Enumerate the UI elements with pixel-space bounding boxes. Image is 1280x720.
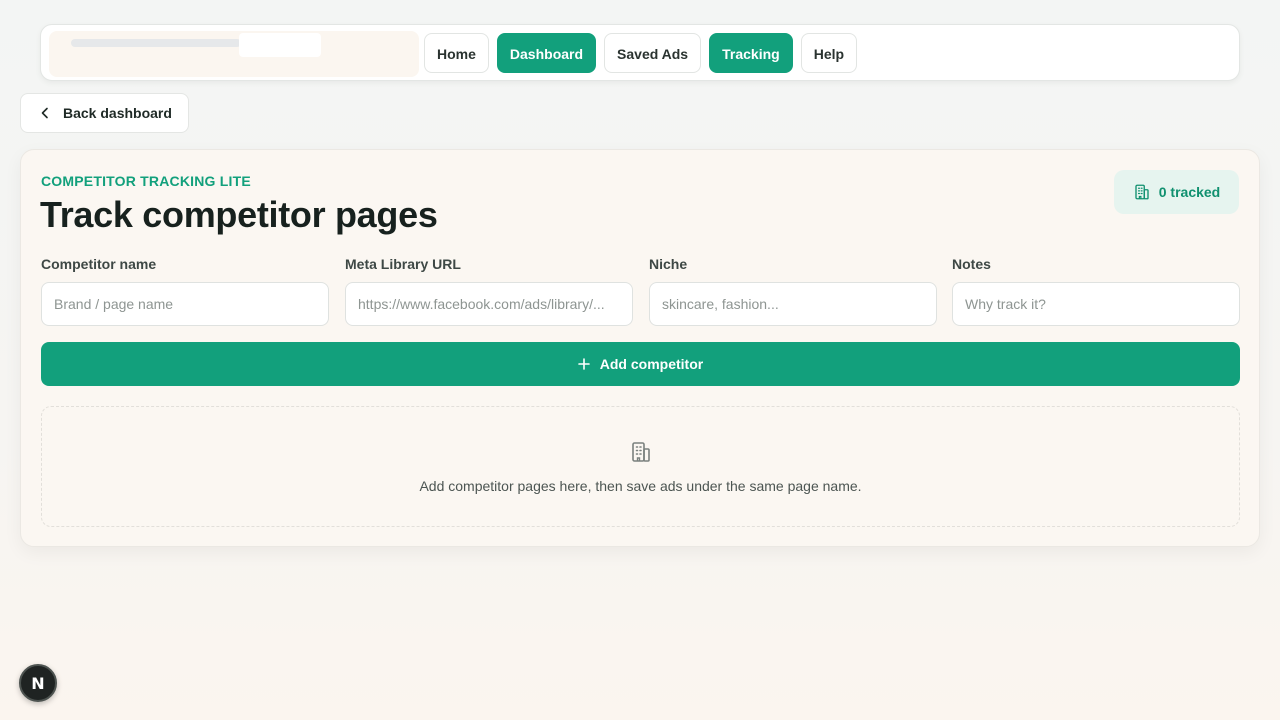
niche-field: Niche <box>649 256 937 326</box>
competitor-tracking-card: COMPETITOR TRACKING LITE Track competito… <box>20 149 1260 547</box>
page-title: Track competitor pages <box>40 194 438 235</box>
meta-url-label: Meta Library URL <box>345 256 461 272</box>
nav-home-button[interactable]: Home <box>424 33 489 73</box>
tracked-count-badge: 0 tracked <box>1114 170 1239 214</box>
building-icon <box>632 442 650 462</box>
notes-field: Notes <box>952 256 1240 326</box>
competitor-name-field: Competitor name <box>41 256 329 326</box>
niche-label: Niche <box>649 256 688 272</box>
plus-icon <box>577 358 590 370</box>
niche-input[interactable] <box>649 282 937 326</box>
meta-url-input[interactable] <box>345 282 633 326</box>
empty-state: Add competitor pages here, then save ads… <box>41 406 1240 527</box>
brand-skeleton-block <box>239 33 321 57</box>
nav-help-button[interactable]: Help <box>800 33 858 73</box>
brand-skeleton-bar <box>71 39 241 47</box>
building-icon <box>1135 184 1149 200</box>
back-dashboard-label: Back dashboard <box>63 105 172 121</box>
nav-tracking-button[interactable]: Tracking <box>709 33 793 73</box>
dev-tools-badge[interactable]: N <box>19 664 57 702</box>
nav-saved-ads-button[interactable]: Saved Ads <box>604 33 702 73</box>
chevron-left-icon <box>41 107 48 119</box>
add-competitor-button[interactable]: Add competitor <box>41 342 1240 386</box>
nav-dashboard-button[interactable]: Dashboard <box>496 33 597 73</box>
notes-label: Notes <box>952 256 991 272</box>
competitor-name-input[interactable] <box>41 282 329 326</box>
top-navbar: Home Dashboard Saved Ads Tracking Help <box>40 24 1240 81</box>
back-dashboard-button[interactable]: Back dashboard <box>20 93 189 133</box>
meta-url-field: Meta Library URL <box>345 256 633 326</box>
competitor-name-label: Competitor name <box>41 256 157 272</box>
brand-placeholder <box>49 31 419 77</box>
main-nav: Home Dashboard Saved Ads Tracking Help <box>424 33 858 73</box>
add-competitor-label: Add competitor <box>599 356 704 372</box>
empty-state-text: Add competitor pages here, then save ads… <box>419 478 862 494</box>
notes-input[interactable] <box>952 282 1240 326</box>
section-eyebrow: COMPETITOR TRACKING LITE <box>41 173 251 189</box>
tracked-count-label: 0 tracked <box>1158 184 1221 200</box>
